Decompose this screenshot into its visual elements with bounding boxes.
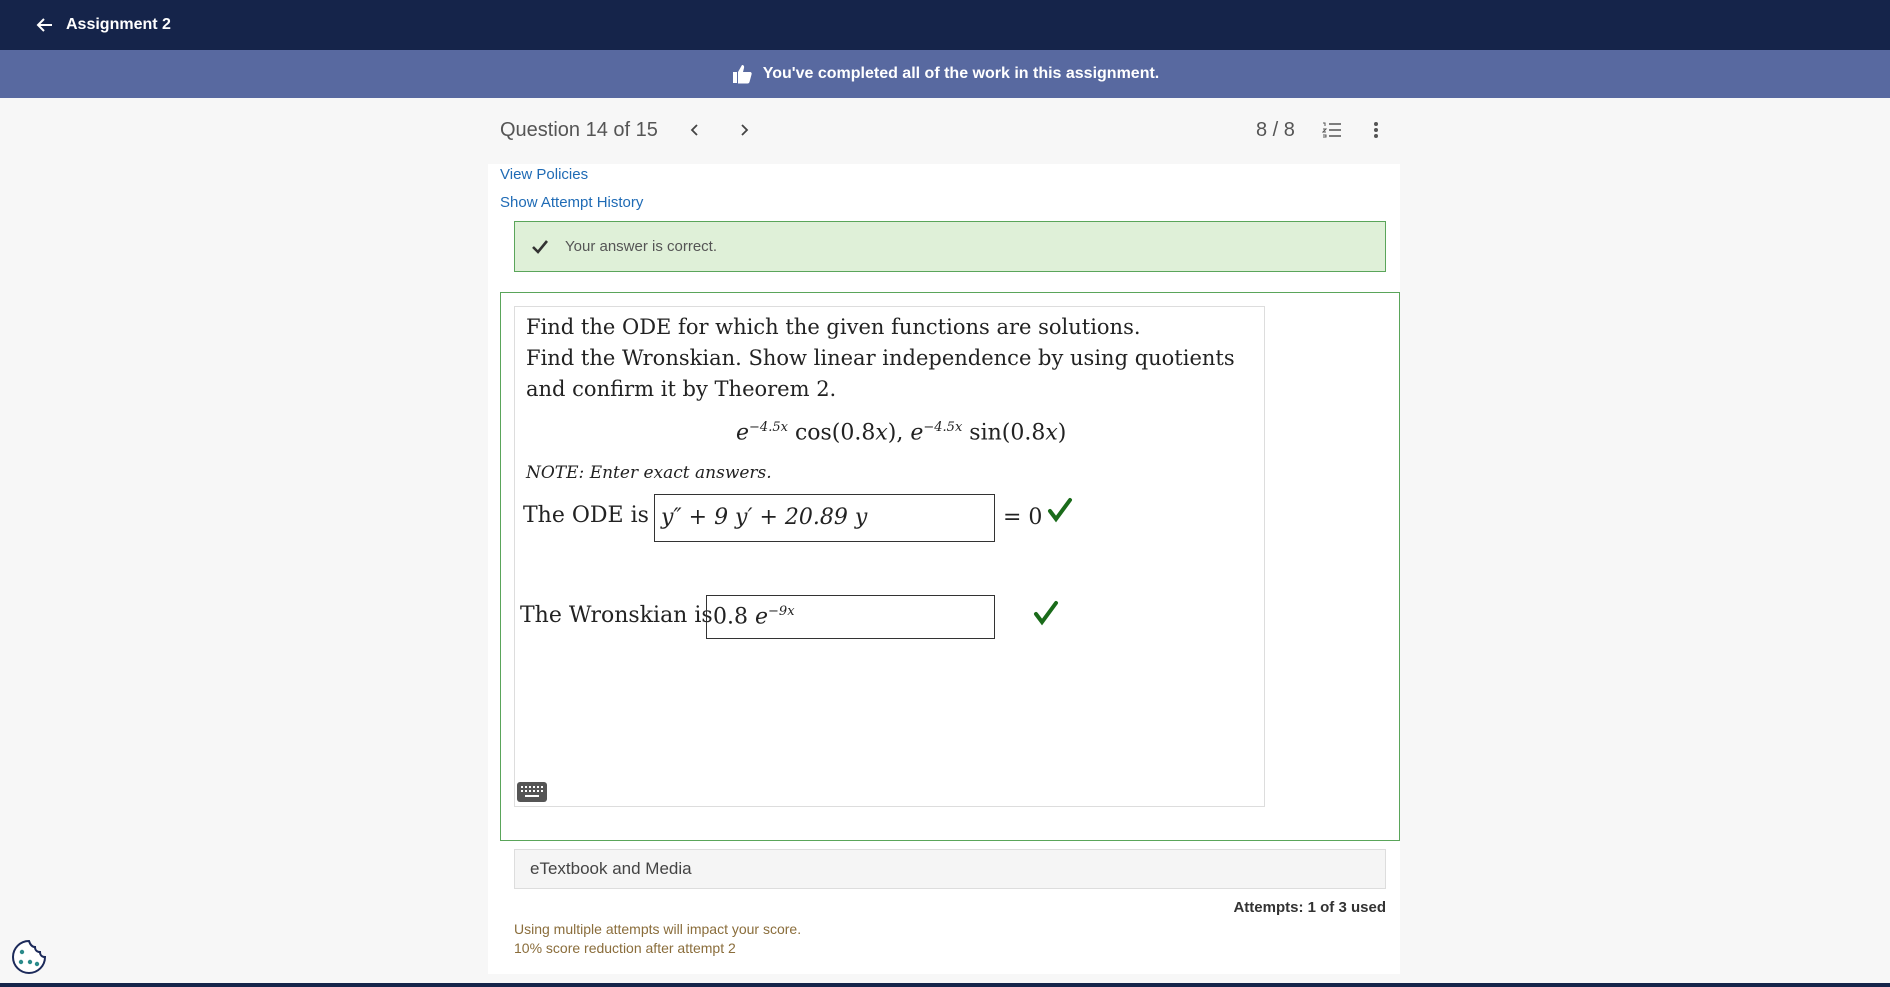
arrow-left-icon [36, 18, 52, 32]
attempts-warning-line-2: 10% score reduction after attempt 2 [514, 940, 736, 956]
question-text-line-1: Find the ODE for which the given functio… [526, 315, 1141, 339]
score-display: 8 / 8 [1256, 119, 1295, 141]
wronskian-answer-field[interactable]: 0.8 e−9x [706, 595, 995, 639]
more-options-button[interactable] [1364, 118, 1388, 142]
question-text-line-2: Find the Wronskian. Show linear independ… [526, 346, 1235, 370]
bottom-border [0, 983, 1890, 987]
top-bar: Assignment 2 [0, 0, 1890, 50]
wronskian-exponent: −9x [768, 604, 795, 619]
thumbs-up-icon [732, 65, 752, 84]
banner-text: You've completed all of the work in this… [762, 65, 1160, 82]
question-body: Find the ODE for which the given functio… [514, 306, 1265, 807]
attempts-counter: Attempts: 1 of 3 used [1233, 899, 1386, 916]
back-button[interactable] [36, 16, 54, 34]
ode-answer-value: y″ + 9 y′ + 20.89 y [661, 505, 868, 530]
main-content: Question 14 of 15 8 / 8 View Policies Sh… [488, 98, 1400, 974]
correct-answer-alert: Your answer is correct. [514, 221, 1386, 272]
attempts-warning-line-1: Using multiple attempts will impact your… [514, 921, 802, 937]
checkmark-icon [532, 239, 549, 254]
previous-question-button[interactable] [683, 118, 707, 142]
etextbook-media-section[interactable]: eTextbook and Media [514, 849, 1386, 889]
question-header: Question 14 of 15 8 / 8 [488, 98, 1400, 164]
question-counter: Question 14 of 15 [500, 119, 658, 141]
show-attempt-history-link[interactable]: Show Attempt History [500, 194, 643, 211]
vertical-dots-icon [1374, 122, 1378, 138]
numbered-list-icon [1322, 122, 1341, 138]
question-panel: Find the ODE for which the given functio… [500, 292, 1400, 841]
view-policies-link[interactable]: View Policies [500, 166, 588, 183]
given-functions-formula: e−4.5x cos(0.8x), e−4.5x sin(0.8x) [736, 420, 1067, 446]
wronskian-correct-check-icon [1034, 601, 1058, 626]
ode-correct-check-icon [1048, 498, 1072, 523]
correct-answer-message: Your answer is correct. [565, 238, 718, 255]
wronskian-label: The Wronskian is [520, 603, 713, 628]
question-list-button[interactable] [1320, 118, 1344, 142]
ode-answer-field[interactable]: y″ + 9 y′ + 20.89 y [654, 494, 995, 542]
etextbook-label: eTextbook and Media [530, 859, 692, 878]
exact-answers-note: NOTE: Enter exact answers. [526, 463, 772, 483]
question-text-line-3: and confirm it by Theorem 2. [526, 377, 837, 401]
cookie-settings-icon[interactable] [10, 938, 48, 976]
keyboard-icon[interactable] [517, 782, 547, 802]
chevron-left-icon [690, 124, 698, 136]
wronskian-coefficient: 0.8 [713, 604, 748, 630]
completion-banner: You've completed all of the work in this… [0, 50, 1890, 98]
ode-equals-zero: = 0 [1003, 505, 1043, 530]
assignment-title: Assignment 2 [66, 16, 171, 33]
ode-label: The ODE is [523, 503, 649, 528]
chevron-right-icon [741, 124, 749, 136]
next-question-button[interactable] [732, 118, 756, 142]
